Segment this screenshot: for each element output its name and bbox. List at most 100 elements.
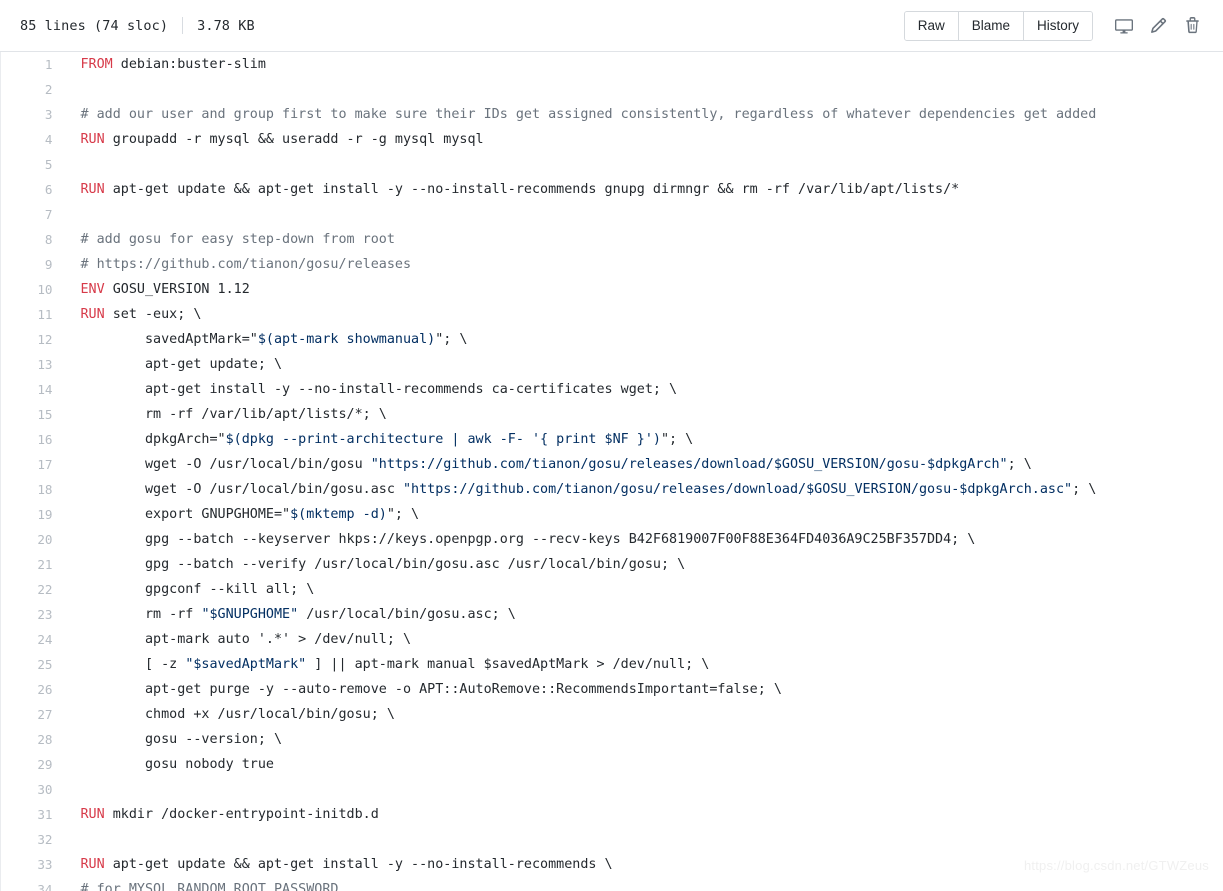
trash-icon	[1184, 17, 1201, 34]
line-content[interactable]: gpgconf --kill all; \	[63, 577, 1223, 602]
line-number[interactable]: 33	[0, 852, 63, 877]
code-token: FROM	[80, 57, 113, 72]
line-number[interactable]: 2	[0, 77, 63, 102]
line-content[interactable]: [ -z "$savedAptMark" ] || apt-mark manua…	[63, 652, 1223, 677]
line-number[interactable]: 11	[0, 302, 63, 327]
line-number[interactable]: 16	[0, 427, 63, 452]
line-number[interactable]: 12	[0, 327, 63, 352]
history-button[interactable]: History	[1023, 11, 1092, 40]
code-token: apt-get install -y --no-install-recommen…	[80, 382, 678, 397]
code-token: set -eux; \	[104, 307, 202, 322]
line-content[interactable]: apt-get purge -y --auto-remove -o APT::A…	[63, 677, 1223, 702]
line-content[interactable]: savedAptMark="$(apt-mark showmanual)"; \	[63, 327, 1223, 352]
line-content[interactable]: gosu --version; \	[63, 727, 1223, 752]
line-number[interactable]: 25	[0, 652, 63, 677]
code-line-row: 20 gpg --batch --keyserver hkps://keys.o…	[0, 527, 1223, 552]
code-line-row: 4 RUN groupadd -r mysql && useradd -r -g …	[0, 127, 1223, 152]
line-content[interactable]: RUN apt-get update && apt-get install -y…	[63, 852, 1223, 877]
line-content[interactable]: # add gosu for easy step-down from root	[63, 227, 1223, 252]
code-blob[interactable]: 1 FROM debian:buster-slim 2 3 # add our user…	[0, 52, 1223, 891]
line-number[interactable]: 20	[0, 527, 63, 552]
line-content[interactable]: rm -rf /var/lib/apt/lists/*; \	[63, 402, 1223, 427]
line-number[interactable]: 21	[0, 552, 63, 577]
line-content[interactable]: ENV GOSU_VERSION 1.12	[63, 277, 1223, 302]
code-line-row: 25 [ -z "$savedAptMark" ] || apt-mark ma…	[0, 652, 1223, 677]
line-content[interactable]: chmod +x /usr/local/bin/gosu; \	[63, 702, 1223, 727]
code-line-row: 28 gosu --version; \	[0, 727, 1223, 752]
line-content[interactable]: gpg --batch --keyserver hkps://keys.open…	[63, 527, 1223, 552]
line-number[interactable]: 18	[0, 477, 63, 502]
line-number[interactable]: 27	[0, 702, 63, 727]
code-table: 1 FROM debian:buster-slim 2 3 # add our user…	[0, 52, 1223, 891]
line-content[interactable]	[63, 202, 1223, 227]
code-line-row: 30	[0, 777, 1223, 802]
line-number[interactable]: 29	[0, 752, 63, 777]
line-content[interactable]: apt-get install -y --no-install-recommen…	[63, 377, 1223, 402]
line-number[interactable]: 13	[0, 352, 63, 377]
line-number[interactable]: 32	[0, 827, 63, 852]
line-content[interactable]: dpkgArch="$(dpkg --print-architecture | …	[63, 427, 1223, 452]
code-token: apt-get update && apt-get install -y --n…	[104, 857, 613, 872]
line-number[interactable]: 22	[0, 577, 63, 602]
desktop-icon-button[interactable]	[1107, 11, 1141, 41]
line-number[interactable]: 17	[0, 452, 63, 477]
line-number[interactable]: 5	[0, 152, 63, 177]
code-token: wget -O /usr/local/bin/gosu.asc	[80, 482, 403, 497]
line-number[interactable]: 19	[0, 502, 63, 527]
line-content[interactable]	[63, 777, 1223, 802]
line-number[interactable]: 30	[0, 777, 63, 802]
line-content[interactable]: # for MYSQL_RANDOM_ROOT_PASSWORD	[63, 877, 1223, 891]
line-content[interactable]: wget -O /usr/local/bin/gosu "https://git…	[63, 452, 1223, 477]
line-content[interactable]: gosu nobody true	[63, 752, 1223, 777]
code-token: export GNUPGHOME="	[80, 507, 291, 522]
line-content[interactable]: RUN apt-get update && apt-get install -y…	[63, 177, 1223, 202]
delete-file-button[interactable]	[1175, 11, 1209, 41]
line-number[interactable]: 10	[0, 277, 63, 302]
code-line-row: 31 RUN mkdir /docker-entrypoint-initdb.d	[0, 802, 1223, 827]
line-number[interactable]: 9	[0, 252, 63, 277]
line-number[interactable]: 7	[0, 202, 63, 227]
line-number[interactable]: 23	[0, 602, 63, 627]
line-content[interactable]: RUN mkdir /docker-entrypoint-initdb.d	[63, 802, 1223, 827]
line-content[interactable]	[63, 827, 1223, 852]
line-number[interactable]: 1	[0, 52, 63, 77]
code-token: apt-get purge -y --auto-remove -o APT::A…	[80, 682, 782, 697]
code-line-row: 32	[0, 827, 1223, 852]
line-number[interactable]: 26	[0, 677, 63, 702]
line-number[interactable]: 15	[0, 402, 63, 427]
line-content[interactable]: RUN set -eux; \	[63, 302, 1223, 327]
line-content[interactable]: # https://github.com/tianon/gosu/release…	[63, 252, 1223, 277]
code-line-row: 14 apt-get install -y --no-install-recom…	[0, 377, 1223, 402]
line-number[interactable]: 14	[0, 377, 63, 402]
line-content[interactable]: RUN groupadd -r mysql && useradd -r -g m…	[63, 127, 1223, 152]
edit-file-button[interactable]	[1141, 11, 1175, 41]
line-number[interactable]: 3	[0, 102, 63, 127]
line-content[interactable]: FROM debian:buster-slim	[63, 52, 1223, 77]
raw-button[interactable]: Raw	[904, 11, 959, 40]
code-line-row: 6 RUN apt-get update && apt-get install -…	[0, 177, 1223, 202]
line-number[interactable]: 24	[0, 627, 63, 652]
code-token: $(dpkg --print-architecture | awk -F- '{…	[225, 432, 661, 447]
line-content[interactable]: apt-mark auto '.*' > /dev/null; \	[63, 627, 1223, 652]
line-number[interactable]: 31	[0, 802, 63, 827]
line-number[interactable]: 28	[0, 727, 63, 752]
blame-button[interactable]: Blame	[958, 11, 1024, 40]
line-content[interactable]	[63, 77, 1223, 102]
line-content[interactable]: apt-get update; \	[63, 352, 1223, 377]
line-number[interactable]: 34	[0, 877, 63, 891]
line-content[interactable]: export GNUPGHOME="$(mktemp -d)"; \	[63, 502, 1223, 527]
code-line-row: 10 ENV GOSU_VERSION 1.12	[0, 277, 1223, 302]
line-number[interactable]: 4	[0, 127, 63, 152]
line-content[interactable]: wget -O /usr/local/bin/gosu.asc "https:/…	[63, 477, 1223, 502]
line-content[interactable]: gpg --batch --verify /usr/local/bin/gosu…	[63, 552, 1223, 577]
line-number[interactable]: 6	[0, 177, 63, 202]
line-number[interactable]: 8	[0, 227, 63, 252]
code-line-row: 19 export GNUPGHOME="$(mktemp -d)"; \	[0, 502, 1223, 527]
line-content[interactable]	[63, 152, 1223, 177]
code-token: savedAptMark="	[80, 332, 258, 347]
line-content[interactable]: # add our user and group first to make s…	[63, 102, 1223, 127]
icon-actions	[1107, 11, 1209, 41]
code-token: # add our user and group first to make s…	[80, 107, 1097, 122]
code-line-row: 29 gosu nobody true	[0, 752, 1223, 777]
line-content[interactable]: rm -rf "$GNUPGHOME" /usr/local/bin/gosu.…	[63, 602, 1223, 627]
